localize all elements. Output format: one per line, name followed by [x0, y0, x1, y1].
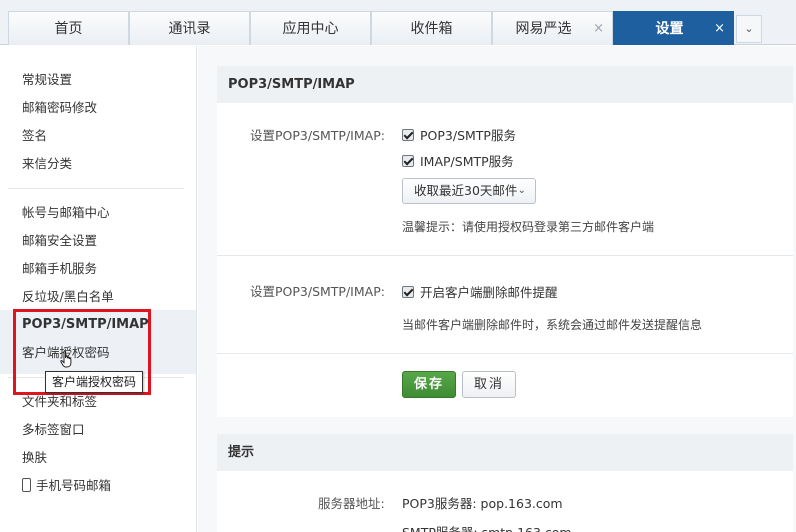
tab-label: 设置 [655, 21, 684, 37]
tab-label: 收件箱 [410, 21, 453, 37]
tab-app-center[interactable]: 应用中心 [250, 11, 371, 45]
phone-icon [22, 478, 31, 492]
checkbox-checked-icon [402, 285, 414, 298]
settings-sidebar: 常规设置 邮箱密码修改 签名 来信分类 帐号与邮箱中心 邮箱安全设置 邮箱手机服… [0, 46, 197, 532]
dropdown-value: 收取最近30天邮件 [414, 183, 518, 198]
tips-panel: 提示 [217, 434, 793, 532]
panel-title: POP3/SMTP/IMAP [217, 66, 793, 103]
tooltip: 客户端授权密码 [45, 371, 144, 393]
sidebar-item-label: 手机号码邮箱 [36, 478, 112, 493]
sidebar-item-general[interactable]: 常规设置 [22, 69, 72, 91]
hand-cursor-icon [60, 350, 72, 368]
pop3-server-value: POP3服务器: pop.163.com [402, 496, 563, 511]
tab-label: 通讯录 [168, 21, 211, 37]
tab-label: 应用中心 [282, 21, 339, 37]
top-tab-bar: 首页 通讯录 应用中心 收件箱 网易严选 × 设置 × ⌄ [0, 0, 796, 45]
checkbox-label: IMAP/SMTP服务 [420, 154, 514, 169]
checkbox-label: POP3/SMTP服务 [420, 128, 516, 143]
checkbox-checked-icon [402, 154, 414, 167]
pop-smtp-imap-panel: POP3/SMTP/IMAP [217, 66, 793, 417]
cancel-button[interactable]: 取消 [462, 371, 516, 398]
tab-label: 首页 [54, 21, 83, 37]
tab-label: 网易严选 [515, 21, 572, 37]
sidebar-item-account-center[interactable]: 帐号与邮箱中心 [22, 202, 110, 224]
tab-settings[interactable]: 设置 × [613, 11, 734, 45]
tab-contacts[interactable]: 通讯录 [129, 11, 250, 45]
sidebar-item-multi-tab[interactable]: 多标签窗口 [22, 419, 85, 441]
pop3-smtp-checkbox[interactable]: POP3/SMTP服务 [402, 125, 516, 144]
sidebar-item-signature[interactable]: 签名 [22, 125, 47, 147]
sidebar-item-antispam[interactable]: 反垃圾/黑白名单 [22, 286, 114, 308]
close-icon[interactable]: × [593, 12, 604, 46]
sidebar-item-password[interactable]: 邮箱密码修改 [22, 97, 97, 119]
checkbox-checked-icon [402, 128, 414, 141]
sidebar-item-skin[interactable]: 换肤 [22, 447, 47, 469]
tab-inbox[interactable]: 收件箱 [371, 11, 492, 45]
sidebar-item-mobile-service[interactable]: 邮箱手机服务 [22, 258, 97, 280]
imap-smtp-checkbox[interactable]: IMAP/SMTP服务 [402, 151, 514, 170]
sidebar-item-mail-filter[interactable]: 来信分类 [22, 153, 72, 175]
auth-code-tip: 温馨提示：请使用授权码登录第三方邮件客户端 [402, 220, 655, 234]
save-button[interactable]: 保存 [402, 371, 456, 398]
tab-yanxuan[interactable]: 网易严选 × [492, 11, 613, 45]
chevron-down-icon: ⌄ [517, 185, 526, 196]
server-address-label: 服务器地址: [318, 496, 385, 511]
sidebar-divider [8, 188, 184, 189]
chevron-down-icon[interactable]: ⌄ [736, 15, 762, 43]
section-divider [217, 255, 793, 256]
sidebar-item-phone-mailbox[interactable]: 手机号码邮箱 [22, 475, 111, 497]
sidebar-item-security[interactable]: 邮箱安全设置 [22, 230, 97, 252]
panel-title: 提示 [217, 434, 793, 471]
checkbox-label: 开启客户端删除邮件提醒 [420, 285, 558, 300]
delete-notice-checkbox[interactable]: 开启客户端删除邮件提醒 [402, 282, 558, 301]
section-divider [217, 353, 793, 354]
setting-label: 设置POP3/SMTP/IMAP: [250, 284, 385, 299]
smtp-server-value: SMTP服务器: smtp.163.com [402, 522, 572, 532]
close-icon[interactable]: × [714, 12, 725, 46]
delete-notice-description: 当邮件客户端删除邮件时，系统会通过邮件发送提醒信息 [402, 318, 703, 332]
fetch-range-dropdown[interactable]: 收取最近30天邮件 ⌄ [402, 178, 536, 204]
tab-home[interactable]: 首页 [8, 11, 129, 45]
setting-label: 设置POP3/SMTP/IMAP: [250, 128, 385, 143]
